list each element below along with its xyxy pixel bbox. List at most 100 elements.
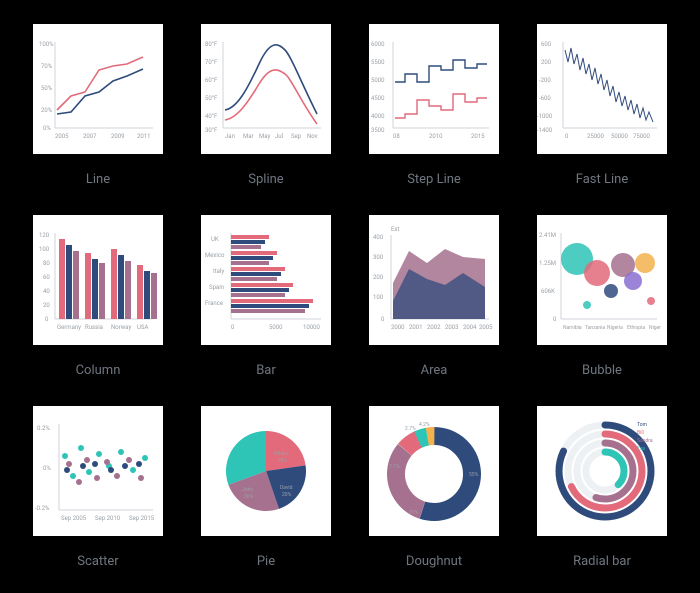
svg-text:10000: 10000 (303, 324, 320, 331)
chart-card-radialbar[interactable]: Tom Bill Sandra Eva Radial bar (532, 406, 672, 569)
svg-text:Nov: Nov (307, 133, 318, 140)
svg-text:-200: -200 (539, 77, 551, 84)
svg-text:3500: 3500 (371, 127, 385, 134)
svg-text:80°F: 80°F (205, 41, 218, 48)
chart-card-column[interactable]: 12010080 6040200 GermanyRussia NorwayUSA (28, 215, 168, 378)
pie-chart-icon: Others 29% David 20% John 26% (226, 431, 306, 511)
svg-text:4500: 4500 (371, 95, 385, 102)
svg-text:2001: 2001 (409, 324, 423, 331)
svg-text:55%: 55% (469, 472, 479, 478)
svg-text:0.2%: 0.2% (37, 425, 50, 432)
svg-text:Bill: Bill (637, 430, 644, 436)
chart-label: Scatter (77, 554, 118, 569)
chart-thumb-bar: UKMexicoItaly SpainFrance 0500010000 (201, 215, 331, 345)
svg-text:26%: 26% (244, 494, 254, 500)
svg-text:60°F: 60°F (205, 77, 218, 84)
svg-text:2005: 2005 (55, 133, 69, 140)
svg-text:40: 40 (43, 288, 50, 295)
svg-text:5500: 5500 (371, 59, 385, 66)
chart-card-bar[interactable]: UKMexicoItaly SpainFrance 0500010000 (196, 215, 336, 378)
svg-text:50°F: 50°F (205, 95, 218, 102)
svg-text:6000: 6000 (371, 41, 385, 48)
chart-label: Spline (248, 172, 283, 187)
scatter-chart-icon: 0.2%0%-0.2% Sep 2005Sep 2010Sep 2015 (35, 424, 155, 522)
svg-text:1.25M: 1.25M (539, 260, 556, 267)
svg-text:5000: 5000 (269, 324, 283, 331)
chart-card-bubble[interactable]: 2.41M1.25M 606K0 NamibiaTanzania Nigeria… (532, 215, 672, 378)
chart-thumb-area: Est 400300200 1000 200020012002 20032004… (369, 215, 499, 345)
chart-thumb-pie: Others 29% David 20% John 26% (201, 406, 331, 536)
svg-text:Norway: Norway (111, 324, 132, 331)
svg-text:70°F: 70°F (205, 59, 218, 66)
svg-text:Jan: Jan (225, 133, 235, 140)
svg-text:2011: 2011 (137, 133, 151, 140)
chart-label: Bar (256, 363, 276, 378)
svg-text:Eva: Eva (637, 446, 645, 452)
svg-text:31%: 31% (409, 510, 419, 516)
svg-text:Sandra: Sandra (637, 438, 653, 444)
svg-text:60: 60 (43, 274, 50, 281)
svg-text:20: 20 (43, 302, 50, 309)
svg-text:50000: 50000 (611, 133, 628, 140)
svg-text:2.7%: 2.7% (405, 426, 416, 432)
chart-thumb-doughnut: 55% 31% 7.1% 2.7% 4.2% (369, 406, 499, 536)
svg-text:5000: 5000 (371, 77, 385, 84)
svg-text:John: John (242, 487, 253, 493)
svg-text:30°F: 30°F (205, 127, 218, 134)
chart-label: Area (421, 363, 448, 378)
spline-chart-icon: 80°F70°F60°F 50°F40°F30°F JanMarMay JulS… (205, 41, 321, 140)
line-chart-icon: 100%70% 50%20%0% 20052007 20092011 (39, 41, 153, 140)
svg-text:2003: 2003 (445, 324, 459, 331)
chart-label: Doughnut (406, 554, 462, 569)
svg-text:Tanzania: Tanzania (585, 325, 605, 331)
svg-text:40°F: 40°F (205, 113, 218, 120)
svg-text:4.2%: 4.2% (419, 422, 430, 428)
svg-text:75000: 75000 (633, 133, 650, 140)
chart-card-fastline[interactable]: 600200-200 -600-1000-1400 02500050000 75… (532, 24, 672, 187)
svg-text:100%: 100% (39, 41, 54, 48)
chart-card-spline[interactable]: 80°F70°F60°F 50°F40°F30°F JanMarMay JulS… (196, 24, 336, 187)
chart-card-line[interactable]: 100%70% 50%20%0% 20052007 20092011 Line (28, 24, 168, 187)
svg-text:2000: 2000 (391, 324, 405, 331)
svg-text:0: 0 (45, 316, 49, 323)
svg-text:-1400: -1400 (537, 127, 553, 134)
svg-text:606K: 606K (541, 288, 555, 295)
svg-text:2004: 2004 (463, 324, 477, 331)
chart-thumb-line: 100%70% 50%20%0% 20052007 20092011 (33, 24, 163, 154)
chart-thumb-column: 12010080 6040200 GermanyRussia NorwayUSA (33, 215, 163, 345)
chart-thumb-scatter: 0.2%0%-0.2% Sep 2005Sep 2010Sep 2015 (33, 406, 163, 536)
svg-text:UK: UK (211, 236, 219, 243)
chart-card-doughnut[interactable]: 55% 31% 7.1% 2.7% 4.2% Doughnut (364, 406, 504, 569)
chart-label: Step Line (407, 172, 461, 187)
area-chart-icon: Est 400300200 1000 200020012002 20032004… (373, 226, 493, 331)
svg-text:80: 80 (43, 260, 50, 267)
svg-text:2007: 2007 (83, 133, 97, 140)
svg-text:Mar: Mar (243, 133, 254, 140)
chart-thumb-radialbar: Tom Bill Sandra Eva (537, 406, 667, 536)
bar-chart-icon: UKMexicoItaly SpainFrance 0500010000 (205, 233, 321, 331)
chart-card-scatter[interactable]: 0.2%0%-0.2% Sep 2005Sep 2010Sep 2015 Sca… (28, 406, 168, 569)
svg-text:May: May (259, 133, 270, 140)
chart-label: Column (76, 363, 121, 378)
chart-thumb-stepline: 600055005000 450040003500 0820102015 (369, 24, 499, 154)
svg-text:Namibia: Namibia (563, 325, 582, 331)
svg-text:0: 0 (381, 316, 385, 323)
svg-text:2010: 2010 (429, 133, 443, 140)
chart-card-area[interactable]: Est 400300200 1000 200020012002 20032004… (364, 215, 504, 378)
svg-text:50%: 50% (41, 85, 53, 92)
fastline-chart-icon: 600200-200 -600-1000-1400 02500050000 75… (537, 41, 657, 140)
chart-card-pie[interactable]: Others 29% David 20% John 26% Pie (196, 406, 336, 569)
svg-text:Italy: Italy (213, 268, 224, 275)
svg-text:Germany: Germany (57, 324, 81, 331)
svg-text:Sep: Sep (291, 133, 302, 140)
svg-text:-600: -600 (539, 95, 551, 102)
svg-text:Tom: Tom (637, 422, 648, 428)
svg-text:0: 0 (553, 316, 557, 323)
bubble-chart-icon: 2.41M1.25M 606K0 NamibiaTanzania Nigeria… (539, 232, 661, 331)
svg-text:Russia: Russia (85, 324, 103, 331)
svg-text:25000: 25000 (587, 133, 604, 140)
chart-thumb-bubble: 2.41M1.25M 606K0 NamibiaTanzania Nigeria… (537, 215, 667, 345)
svg-text:0: 0 (231, 324, 235, 331)
svg-text:400: 400 (373, 234, 384, 241)
chart-card-stepline[interactable]: 600055005000 450040003500 0820102015 Ste… (364, 24, 504, 187)
